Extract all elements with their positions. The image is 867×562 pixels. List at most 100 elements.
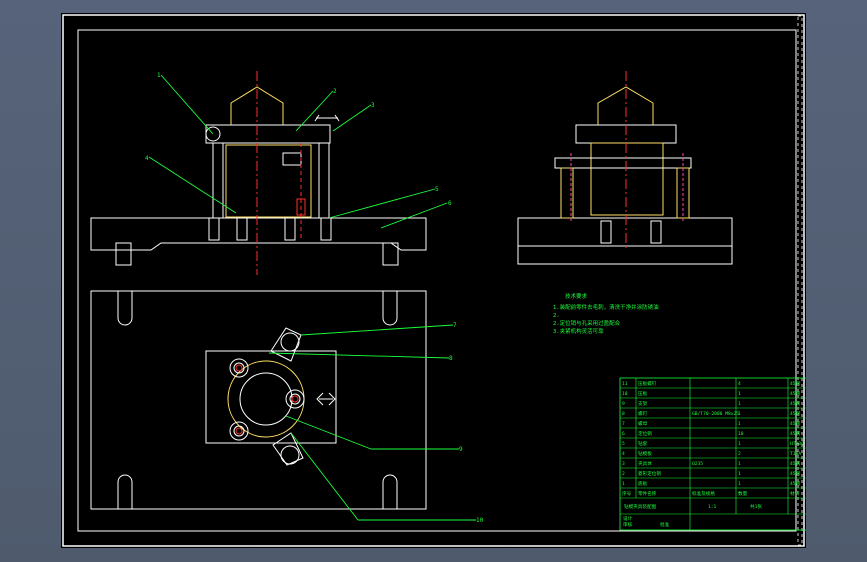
notes-line-2: 2. <box>553 313 560 319</box>
parts-row-no: 1 <box>622 481 625 487</box>
balloon-4: 4 <box>145 155 149 162</box>
parts-row-no: 3 <box>622 461 625 467</box>
balloon-5: 5 <box>435 186 439 193</box>
balloon-8: 8 <box>449 355 453 362</box>
side-bolt-left <box>600 220 612 244</box>
parts-table: 11 压板螺钉 4 45钢10 压板 1 45钢9 支架 1 45钢8 螺钉 GB/T70-2000 … <box>619 377 806 531</box>
parts-row-mat: HT200 <box>790 441 804 447</box>
top-wing-nut <box>316 392 336 406</box>
notes-line-3: 2.定位销与孔采用过盈配合 <box>553 319 621 327</box>
side-bolt-right <box>650 220 662 244</box>
approver-label: 批准 <box>660 521 670 528</box>
parts-row-no: 9 <box>622 401 625 407</box>
parts-row-name: 压板 <box>638 390 648 397</box>
parts-row-qty: 1 <box>738 481 741 487</box>
parts-row-qty: 1 <box>738 471 741 477</box>
base-slot-left <box>115 242 132 266</box>
parts-row-qty: 10 <box>738 431 744 437</box>
parts-row-qty: 4 <box>738 381 741 387</box>
parts-row-mat: 45钢 <box>790 420 801 427</box>
parts-row-qty: 1 <box>738 401 741 407</box>
parts-row-qty: 2 <box>738 451 741 457</box>
workpiece <box>225 144 312 218</box>
parts-row-mat: 45钢 <box>790 430 801 437</box>
parts-header-qty: 数量 <box>738 490 748 497</box>
parts-row-no: 11 <box>622 381 628 387</box>
drawing-sheet: 1 2 3 4 5 6 7 8 9 10 技术要求 1.装配前零件去毛刺，清洗干… <box>61 13 806 548</box>
side-base <box>517 217 733 247</box>
notes-line-4: 3.夹紧机构灵活可靠 <box>553 327 604 335</box>
parts-row-std: Q235 <box>692 461 703 467</box>
parts-row-name: 螺母 <box>638 420 648 427</box>
parts-row-name: 螺钉 <box>638 410 648 417</box>
designer-label: 设计 <box>623 515 633 522</box>
parts-row-no: 5 <box>622 441 625 447</box>
left-post <box>212 142 224 219</box>
wing-nut <box>314 114 340 122</box>
drawing-scale: 1:1 <box>708 504 717 510</box>
side-base-lower <box>517 245 733 265</box>
balloon-6: 6 <box>448 200 452 207</box>
drawing-title: 钻模夹具装配图 <box>624 503 657 510</box>
parts-row-name: 钻套 <box>638 440 648 447</box>
top-base-plate <box>90 290 427 510</box>
parts-row-qty: 1 <box>738 421 741 427</box>
parts-row-no: 6 <box>622 431 625 437</box>
parts-header-mat: 材料 <box>790 490 800 497</box>
parts-row-mat: 45钢 <box>790 400 801 407</box>
front-view <box>90 71 427 275</box>
parts-row-no: 7 <box>622 421 625 427</box>
parts-row-name: 支架 <box>638 400 648 407</box>
base-plate <box>90 217 427 251</box>
parts-row-no: 2 <box>622 471 625 477</box>
balloon-labels: 1 2 3 4 5 6 7 8 9 10 <box>145 72 484 524</box>
parts-row-name: 钻模板 <box>638 450 652 457</box>
top-view <box>90 290 427 510</box>
top-workpiece-bore <box>239 372 293 426</box>
parts-row-qty: 1 <box>738 441 741 447</box>
balloon-9: 9 <box>459 446 463 453</box>
parts-row-no: 4 <box>622 451 625 457</box>
balloon-2: 2 <box>333 88 337 95</box>
technical-notes: 技术要求 1.装配前零件去毛刺，清洗干净并涂防锈油 2. 2.定位销与孔采用过盈… <box>553 292 659 335</box>
side-view <box>517 71 733 265</box>
viewport-background: 1 2 3 4 5 6 7 8 9 10 技术要求 1.装配前零件去毛刺，清洗干… <box>0 0 867 562</box>
parts-row-mat: T10A <box>790 451 801 457</box>
parts-row-name: 定位销 <box>638 430 652 437</box>
top-swing-arm <box>270 327 302 362</box>
parts-row-mat: 45钢 <box>790 410 801 417</box>
drawing-sheet-count: 共1张 <box>750 503 762 510</box>
cad-drawing: 1 2 3 4 5 6 7 8 9 10 技术要求 1.装配前零件去毛刺，清洗干… <box>62 14 806 547</box>
clamp-bar <box>205 124 331 144</box>
parts-row-mat: 45钢 <box>790 380 801 387</box>
parts-row-name: 菱形定位销 <box>638 470 661 477</box>
parts-row-mat: 45钢 <box>790 470 801 477</box>
parts-row-name: 底板 <box>638 480 648 487</box>
parts-row-no: 8 <box>622 411 625 417</box>
parts-row-name: 夹具体 <box>638 460 652 467</box>
parts-row-mat: 45钢 <box>790 480 801 487</box>
inner-frame <box>77 29 797 532</box>
screw-head <box>282 152 302 166</box>
parts-row-qty: 1 <box>738 411 741 417</box>
notes-line-1: 1.装配前零件去毛刺，清洗干净并涂防锈油 <box>553 303 659 311</box>
side-support <box>554 157 692 169</box>
balloon-10: 10 <box>476 517 484 524</box>
parts-row-qty: 1 <box>738 391 741 397</box>
parts-header-no: 序号 <box>622 490 632 497</box>
parts-header-std: 标准及规格 <box>692 490 715 497</box>
parts-header-name: 零件名称 <box>638 490 657 497</box>
parts-row-qty: 1 <box>738 461 741 467</box>
notes-heading: 技术要求 <box>565 292 588 300</box>
parts-row-name: 压板螺钉 <box>638 380 657 387</box>
parts-row-std: GB/T70-2000 M8x25 <box>692 411 739 417</box>
parts-row-no: 10 <box>622 391 628 397</box>
balloon-7: 7 <box>453 322 457 329</box>
side-workpiece <box>590 142 664 216</box>
top-body <box>205 350 337 444</box>
parts-row-mat: 45钢 <box>790 390 801 397</box>
right-post <box>318 142 330 219</box>
balloon-1: 1 <box>157 72 161 79</box>
parts-row-mat: 45钢 <box>790 460 801 467</box>
leader-lines <box>148 74 476 521</box>
